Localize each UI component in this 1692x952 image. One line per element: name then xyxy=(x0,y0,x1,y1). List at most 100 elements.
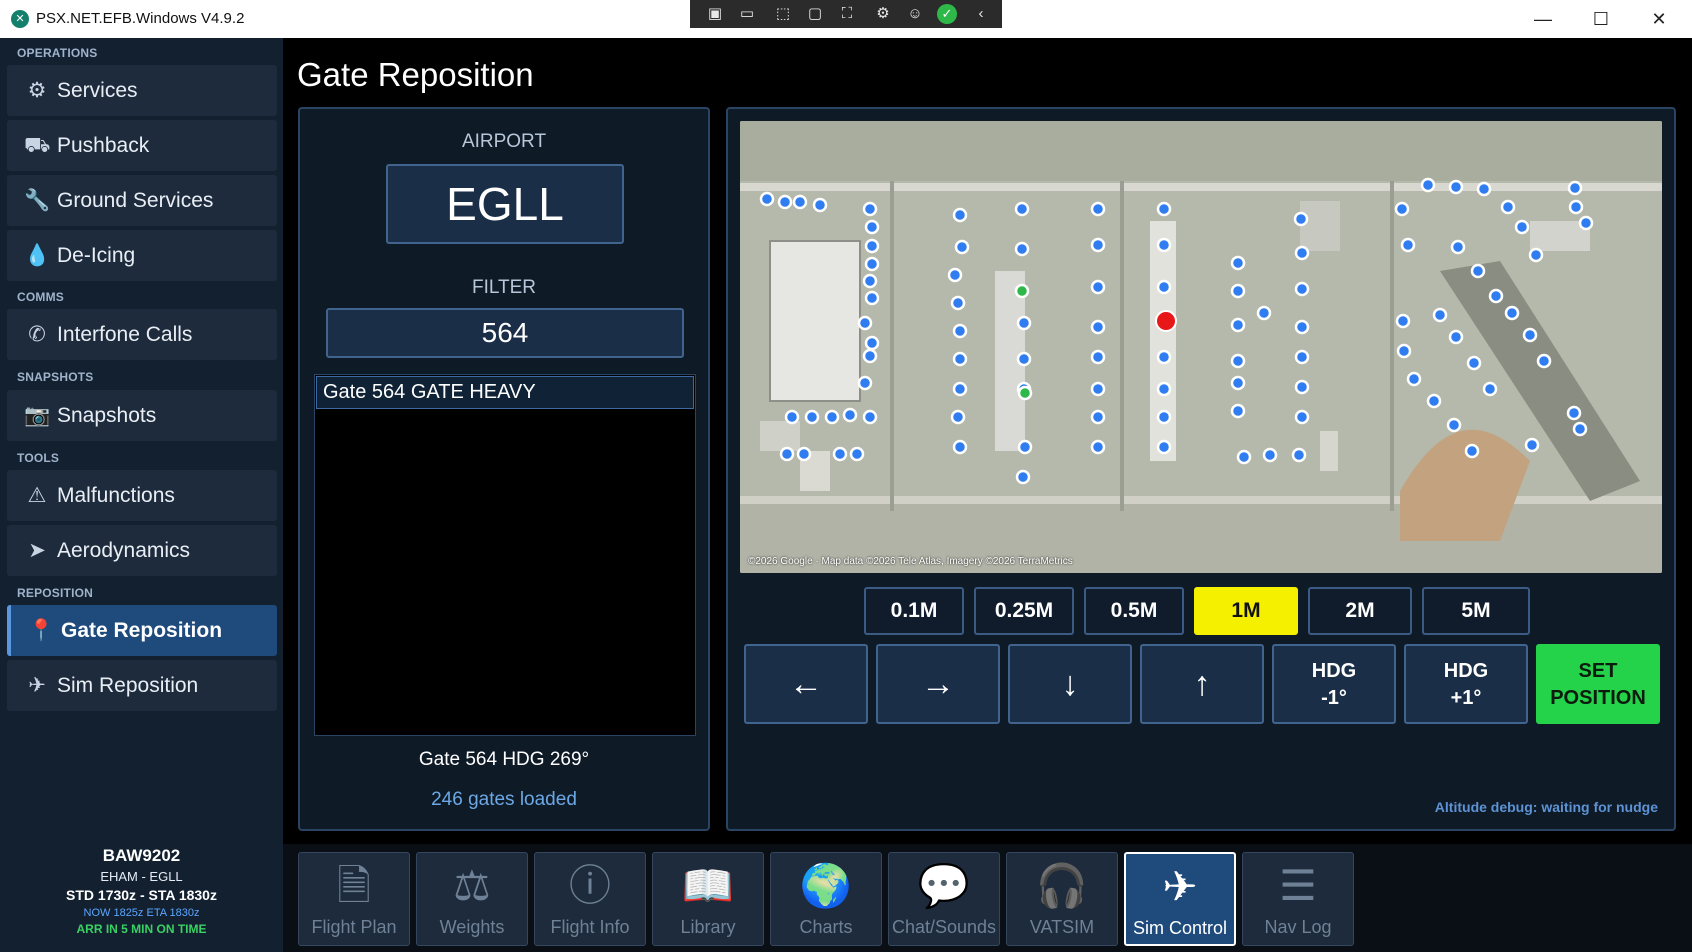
gate-marker[interactable] xyxy=(1482,381,1498,397)
gate-marker[interactable] xyxy=(952,381,968,397)
sidebar-item-de-icing[interactable]: 💧 De-Icing xyxy=(7,230,277,281)
gate-marker[interactable] xyxy=(1090,439,1106,455)
tab-charts[interactable]: 🌍 Charts xyxy=(770,852,882,946)
gate-marker[interactable] xyxy=(1528,247,1544,263)
gate-marker[interactable] xyxy=(1448,329,1464,345)
heading-plus-button[interactable]: HDG +1° xyxy=(1404,644,1528,724)
gate-marker[interactable] xyxy=(1446,417,1462,433)
heading-minus-button[interactable]: HDG -1° xyxy=(1272,644,1396,724)
gate-marker[interactable] xyxy=(812,197,828,213)
gate-marker[interactable] xyxy=(1230,283,1246,299)
gate-markers[interactable] xyxy=(740,121,1662,573)
gate-marker[interactable] xyxy=(1016,315,1032,331)
scale-2m-button[interactable]: 2M xyxy=(1308,587,1412,635)
gate-marker[interactable] xyxy=(947,267,963,283)
sidebar-item-interfone-calls[interactable]: ✆ Interfone Calls xyxy=(7,309,277,360)
gate-marker[interactable] xyxy=(1230,403,1246,419)
gate-marker[interactable] xyxy=(1016,351,1032,367)
tab-flight-plan[interactable]: 🗎 Flight Plan xyxy=(298,852,410,946)
gate-marker[interactable] xyxy=(864,290,880,306)
sidebar-item-gate-reposition[interactable]: 📍 Gate Reposition xyxy=(7,605,277,656)
gate-marker[interactable] xyxy=(1406,371,1422,387)
gate-marker[interactable] xyxy=(1156,201,1172,217)
tab-nav-log[interactable]: ☰ Nav Log xyxy=(1242,852,1354,946)
window-capture-icon[interactable]: ▢ xyxy=(804,4,826,24)
minimize-button[interactable]: — xyxy=(1520,4,1566,34)
gate-marker[interactable] xyxy=(857,315,873,331)
gate-marker[interactable] xyxy=(864,256,880,272)
gate-marker[interactable] xyxy=(862,348,878,364)
gate-marker[interactable] xyxy=(1090,409,1106,425)
screenshot-icon[interactable]: ▣ xyxy=(704,4,726,24)
gate-marker[interactable] xyxy=(1230,375,1246,391)
gate-marker[interactable] xyxy=(1294,281,1310,297)
gate-marker[interactable] xyxy=(1294,349,1310,365)
move-down-button[interactable]: ↓ xyxy=(1008,644,1132,724)
gate-marker[interactable] xyxy=(1514,219,1530,235)
maximize-button[interactable]: ☐ xyxy=(1578,4,1624,34)
gate-marker[interactable] xyxy=(759,191,775,207)
gate-marker[interactable] xyxy=(1395,313,1411,329)
gate-marker[interactable] xyxy=(1396,343,1412,359)
gate-marker[interactable] xyxy=(1156,381,1172,397)
gate-marker[interactable] xyxy=(1464,443,1480,459)
gate-marker[interactable] xyxy=(1524,437,1540,453)
selected-gate-marker[interactable] xyxy=(1155,310,1177,332)
select-region-icon[interactable]: ⬚ xyxy=(772,4,794,24)
sidebar-item-services[interactable]: ⚙ Services xyxy=(7,65,277,116)
gate-marker[interactable] xyxy=(1400,237,1416,253)
gate-marker[interactable] xyxy=(1015,469,1031,485)
gate-marker[interactable] xyxy=(1014,241,1030,257)
move-right-button[interactable]: → xyxy=(876,644,1000,724)
gate-marker[interactable] xyxy=(1236,449,1252,465)
gate-marker[interactable] xyxy=(1156,279,1172,295)
gate-marker[interactable] xyxy=(1500,199,1516,215)
sidebar-item-aerodynamics[interactable]: ➤ Aerodynamics xyxy=(7,525,277,576)
gate-marker[interactable] xyxy=(1262,447,1278,463)
gate-marker[interactable] xyxy=(1017,439,1033,455)
gate-marker[interactable] xyxy=(950,409,966,425)
chevron-left-icon[interactable]: ‹ xyxy=(970,4,992,24)
gate-marker[interactable] xyxy=(1536,353,1552,369)
gate-marker[interactable] xyxy=(804,409,820,425)
gate-marker[interactable] xyxy=(862,273,878,289)
scale-0.1m-button[interactable]: 0.1M xyxy=(864,587,964,635)
gate-marker[interactable] xyxy=(1504,305,1520,321)
gate-marker[interactable] xyxy=(1294,409,1310,425)
tab-library[interactable]: 📖 Library xyxy=(652,852,764,946)
gate-marker[interactable] xyxy=(1156,439,1172,455)
gate-marker[interactable] xyxy=(1578,215,1594,231)
sidebar-item-snapshots[interactable]: 📷 Snapshots xyxy=(7,390,277,441)
gate-marker[interactable] xyxy=(1420,177,1436,193)
sidebar-item-pushback[interactable]: ⛟ Pushback xyxy=(7,120,277,171)
gate-marker[interactable] xyxy=(1293,211,1309,227)
fullscreen-capture-icon[interactable]: ⛶ xyxy=(836,4,858,24)
gate-marker[interactable] xyxy=(1256,305,1272,321)
tab-vatsim[interactable]: 🎧 VATSIM xyxy=(1006,852,1118,946)
gate-marker[interactable] xyxy=(1568,199,1584,215)
list-item[interactable]: Gate 564 GATE HEAVY xyxy=(316,376,694,409)
gate-marker[interactable] xyxy=(1090,381,1106,397)
gate-marker[interactable] xyxy=(1090,349,1106,365)
tab-sim-control[interactable]: ✈ Sim Control xyxy=(1124,852,1236,946)
gate-marker[interactable] xyxy=(792,194,808,210)
gate-marker[interactable] xyxy=(1230,317,1246,333)
gate-marker[interactable] xyxy=(952,439,968,455)
gate-marker[interactable] xyxy=(1522,327,1538,343)
set-position-button[interactable]: SET POSITION xyxy=(1536,644,1660,724)
gate-marker[interactable] xyxy=(1014,283,1030,299)
gate-marker[interactable] xyxy=(1476,181,1492,197)
scale-0.25m-button[interactable]: 0.25M xyxy=(974,587,1074,635)
gate-marker[interactable] xyxy=(784,409,800,425)
scale-0.5m-button[interactable]: 0.5M xyxy=(1084,587,1184,635)
gate-marker[interactable] xyxy=(1090,279,1106,295)
gate-marker[interactable] xyxy=(950,295,966,311)
gate-marker[interactable] xyxy=(1566,405,1582,421)
video-icon[interactable]: ▭ xyxy=(736,4,758,24)
gate-marker[interactable] xyxy=(1156,349,1172,365)
filter-field[interactable]: 564 xyxy=(326,308,684,358)
accessibility-icon[interactable]: ☺ xyxy=(904,4,926,24)
gate-marker[interactable] xyxy=(1090,319,1106,335)
gate-marker[interactable] xyxy=(1090,201,1106,217)
gate-marker[interactable] xyxy=(849,446,865,462)
